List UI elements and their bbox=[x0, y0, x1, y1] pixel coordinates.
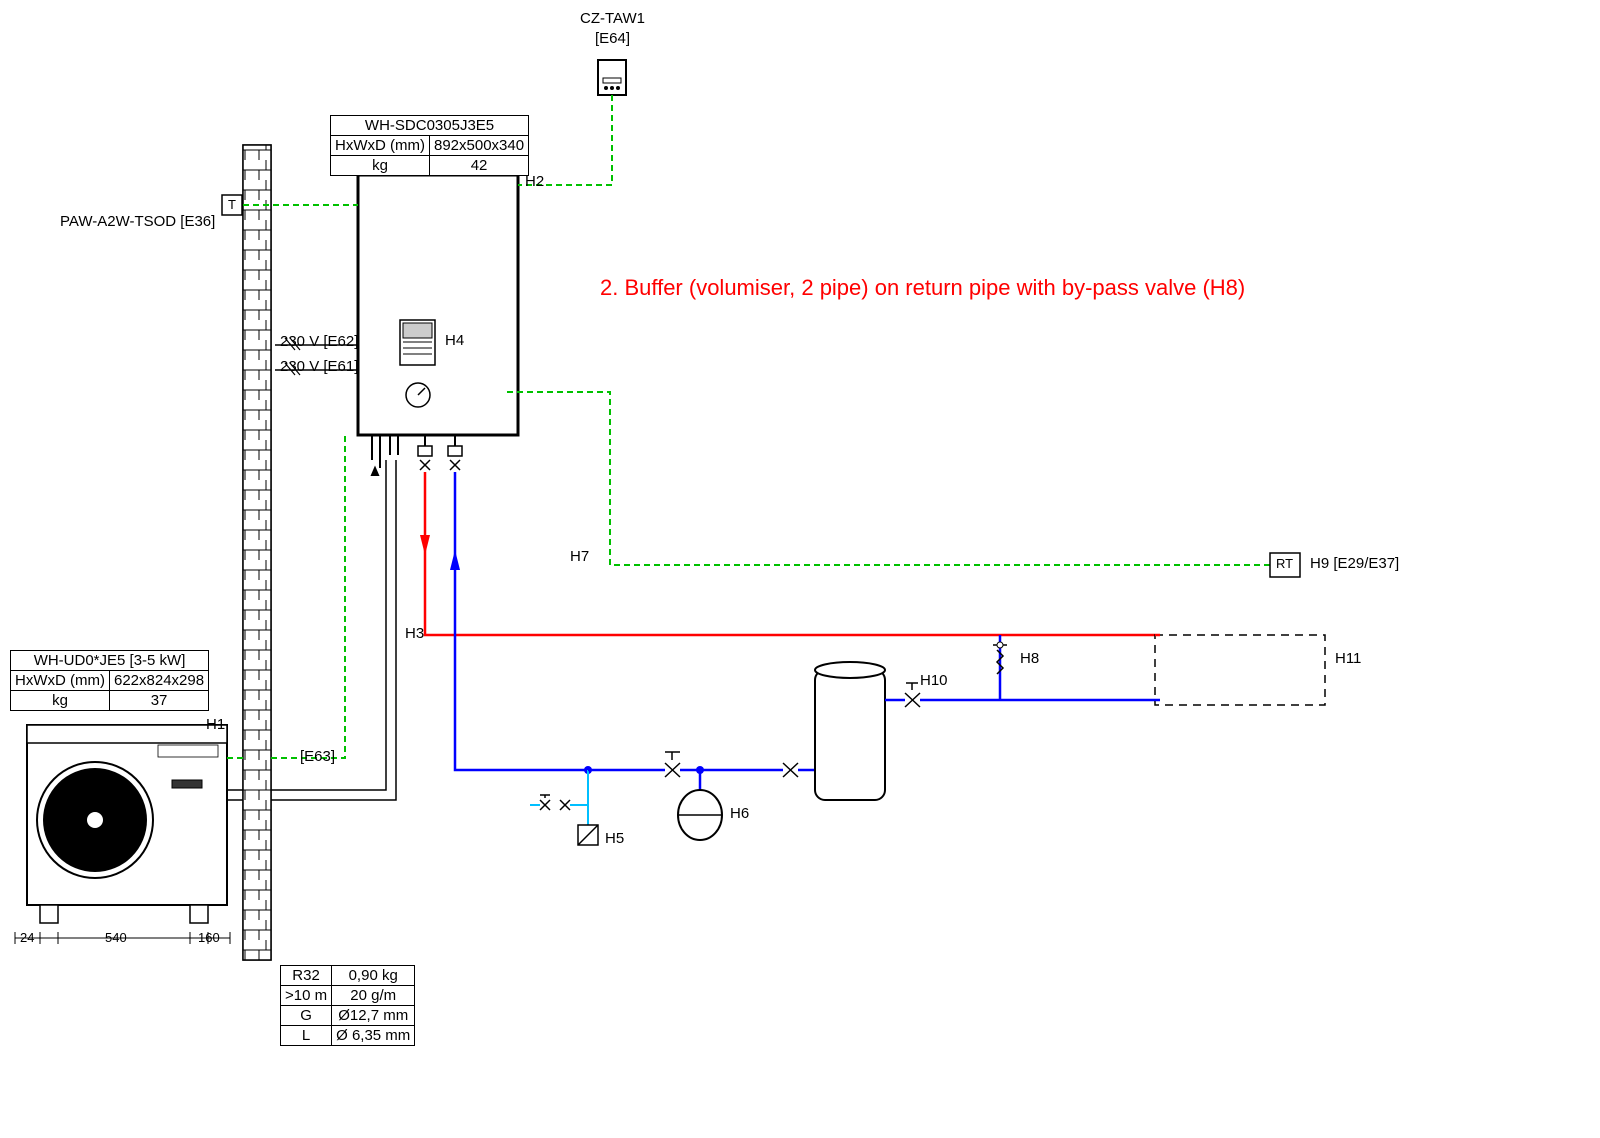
indoor-dim-label: HxWxD (mm) bbox=[331, 136, 430, 156]
indoor-unit-icon bbox=[358, 175, 518, 475]
power-e62: 230 V [E62] bbox=[280, 333, 358, 350]
outdoor-dim-d2: 540 bbox=[105, 930, 127, 945]
label-h8: H8 bbox=[1020, 650, 1039, 667]
t-text: T bbox=[228, 197, 236, 212]
ref-r4c1: L bbox=[281, 1026, 332, 1046]
indoor-model: WH-SDC0305J3E5 bbox=[331, 116, 529, 136]
ref-r1c2: 0,90 kg bbox=[332, 966, 415, 986]
annotation-title: 2. Buffer (volumiser, 2 pipe) on return … bbox=[600, 275, 1245, 301]
wall: placeholder bbox=[243, 145, 271, 960]
label-h11: H11 bbox=[1335, 650, 1361, 667]
ref-r2c1: >10 m bbox=[281, 986, 332, 1006]
indoor-weight-label: kg bbox=[331, 156, 430, 176]
indoor-weight-value: 42 bbox=[429, 156, 528, 176]
outdoor-unit-table: WH-UD0*JE5 [3-5 kW] HxWxD (mm) 622x824x2… bbox=[10, 650, 209, 711]
power-e61: 230 V [E61] bbox=[280, 358, 358, 375]
label-h4: H4 bbox=[445, 332, 464, 349]
cloud-adapter-code: [E64] bbox=[595, 30, 630, 47]
outdoor-dim-d3: 160 bbox=[198, 930, 220, 945]
ref-r2c2: 20 g/m bbox=[332, 986, 415, 1006]
cloud-adapter-icon bbox=[598, 60, 626, 95]
label-h3: H3 bbox=[405, 625, 424, 642]
heating-circuit-h11 bbox=[1155, 635, 1325, 705]
outdoor-dim-value: 622x824x298 bbox=[109, 671, 208, 691]
label-h1: H1 bbox=[206, 716, 225, 733]
indoor-unit-table: WH-SDC0305J3E5 HxWxD (mm) 892x500x340 kg… bbox=[330, 115, 529, 176]
bypass-valve-h8 bbox=[993, 635, 1007, 700]
ref-r3c1: G bbox=[281, 1006, 332, 1026]
outdoor-model: WH-UD0*JE5 [3-5 kW] bbox=[11, 651, 209, 671]
cloud-adapter-model: CZ-TAW1 bbox=[580, 10, 645, 27]
label-h2: H2 bbox=[525, 173, 544, 190]
label-h9: H9 [E29/E37] bbox=[1310, 555, 1399, 572]
hydraulic-schematic: placeholder bbox=[0, 0, 1600, 1138]
ref-r1c1: R32 bbox=[281, 966, 332, 986]
outdoor-weight-value: 37 bbox=[109, 691, 208, 711]
outdoor-dim-d1: 24 bbox=[20, 930, 34, 945]
ref-r3c2: Ø12,7 mm bbox=[332, 1006, 415, 1026]
label-h6: H6 bbox=[730, 805, 749, 822]
ref-r4c2: Ø 6,35 mm bbox=[332, 1026, 415, 1046]
refrigerant-table: R320,90 kg >10 m20 g/m GØ12,7 mm LØ 6,35… bbox=[280, 965, 415, 1046]
label-h7: H7 bbox=[570, 548, 589, 565]
label-h5: H5 bbox=[605, 830, 624, 847]
outdoor-sensor-label: PAW-A2W-TSOD [E36] bbox=[60, 213, 215, 230]
buffer-tank-icon bbox=[815, 662, 885, 800]
valve-h10 bbox=[905, 683, 920, 707]
label-h10: H10 bbox=[920, 672, 948, 689]
outdoor-weight-label: kg bbox=[11, 691, 110, 711]
rt-text: RT bbox=[1276, 556, 1293, 571]
outdoor-dim-label: HxWxD (mm) bbox=[11, 671, 110, 691]
outdoor-unit-icon bbox=[15, 725, 230, 944]
power-e63: [E63] bbox=[300, 748, 335, 765]
indoor-dim-value: 892x500x340 bbox=[429, 136, 528, 156]
